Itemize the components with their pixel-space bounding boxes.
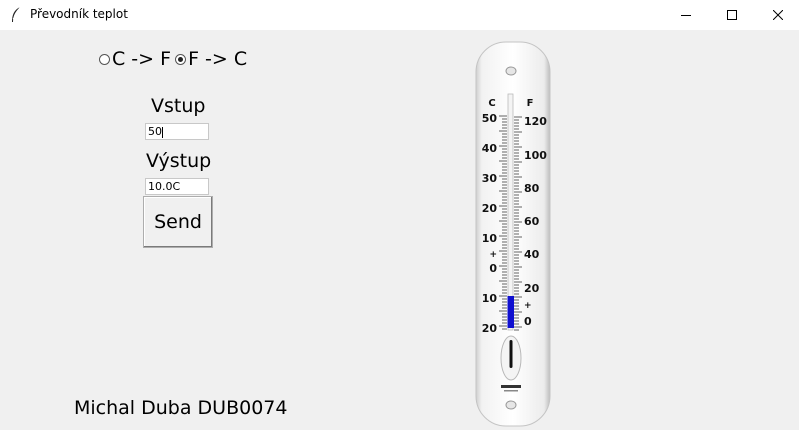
- radio-c-to-f-label[interactable]: C -> F: [112, 48, 171, 70]
- celsius-tick-label: 40: [482, 142, 498, 155]
- hanging-hole: [505, 66, 517, 76]
- radio-f-to-c[interactable]: [175, 53, 187, 65]
- celsius-tick-label: 20: [482, 202, 498, 215]
- radio-c-to-f[interactable]: [99, 53, 110, 65]
- celsius-tick-label: 10: [482, 292, 498, 305]
- input-label: Vstup: [151, 95, 206, 117]
- fahrenheit-tick-label: 100: [524, 149, 547, 162]
- bottom-hole: [505, 400, 517, 410]
- output-field[interactable]: 10.0C: [145, 178, 209, 195]
- fahrenheit-tick-label: 60: [524, 215, 540, 228]
- bulb: [509, 340, 513, 368]
- fahrenheit-tick-label: +: [524, 301, 532, 311]
- conversion-options: C -> F F -> C: [99, 48, 251, 70]
- minimize-icon: [681, 15, 691, 16]
- celsius-header: C: [488, 98, 495, 109]
- fahrenheit-header: F: [527, 98, 534, 109]
- brand-logo: [501, 385, 521, 388]
- maximize-button[interactable]: [709, 0, 755, 30]
- fahrenheit-tick-label: 80: [524, 182, 540, 195]
- output-value: 10.0C: [148, 180, 181, 193]
- window-client: [0, 30, 799, 430]
- celsius-tick-label: 30: [482, 172, 498, 185]
- input-value: 50: [148, 125, 162, 138]
- maximize-icon: [727, 10, 737, 20]
- fahrenheit-tick-label: 20: [524, 282, 540, 295]
- author-label: Michal Duba DUB0074: [74, 397, 288, 419]
- title-bar: Převodník teplot: [0, 0, 799, 30]
- close-icon: [773, 10, 783, 20]
- fahrenheit-tick-label: 0: [524, 315, 532, 328]
- celsius-tick-label: 10: [482, 232, 498, 245]
- thermometer-image: C F 50 40 30 20 10 +0 10 20 120 100 80 60 40 20 +0: [475, 41, 551, 427]
- minimize-button[interactable]: [663, 0, 709, 30]
- close-button[interactable]: [755, 0, 799, 30]
- celsius-tick-label: 50: [482, 112, 498, 125]
- input-field[interactable]: 50: [145, 123, 209, 140]
- celsius-tick-label: 20: [482, 322, 498, 335]
- send-button[interactable]: Send: [143, 196, 213, 248]
- celsius-tick-label: +: [489, 250, 497, 260]
- feather-icon: [12, 6, 21, 22]
- celsius-tick-label: 0: [489, 262, 497, 275]
- mercury-column: [507, 296, 514, 328]
- fahrenheit-tick-label: 120: [524, 115, 547, 128]
- fahrenheit-tick-label: 40: [524, 248, 540, 261]
- radio-f-to-c-label[interactable]: F -> C: [188, 48, 247, 70]
- output-label: Výstup: [146, 150, 212, 172]
- brand-subtext: [504, 390, 518, 392]
- window-title: Převodník teplot: [30, 7, 128, 21]
- text-caret: [162, 126, 163, 138]
- glass-tube: [507, 93, 514, 331]
- send-button-label: Send: [154, 211, 202, 233]
